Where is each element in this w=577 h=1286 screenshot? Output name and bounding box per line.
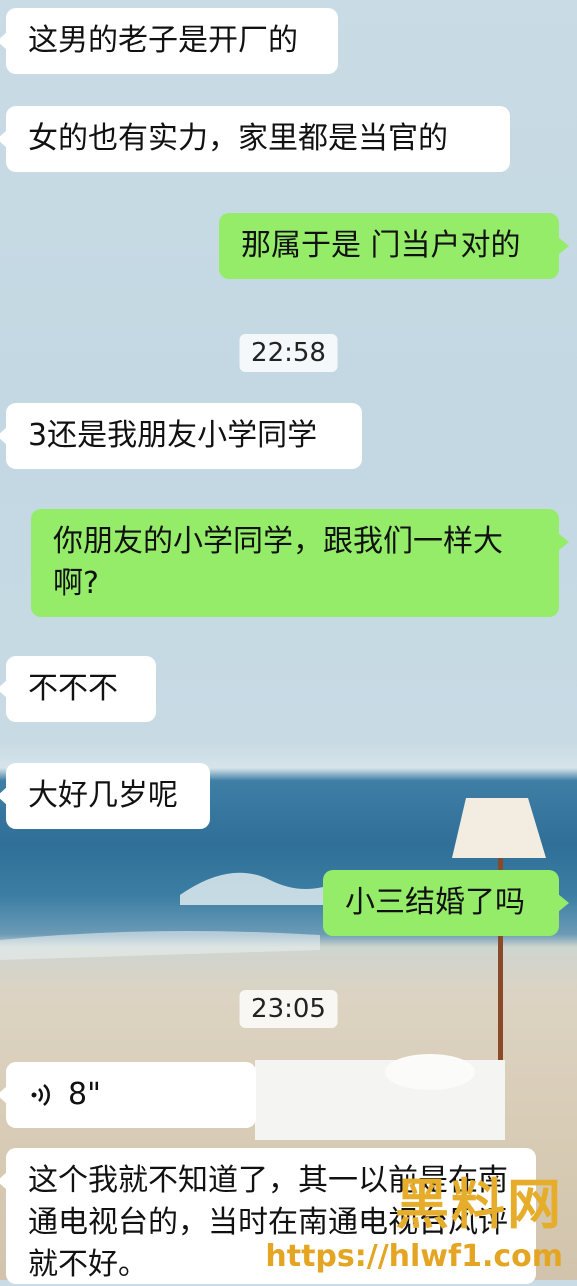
message-bubble-outgoing[interactable]: 那属于是 门当户对的 bbox=[219, 213, 569, 279]
message-text: 小三结婚了吗 bbox=[345, 885, 525, 920]
message-text: 3还是我朋友小学同学 bbox=[28, 418, 318, 453]
message-bubble-outgoing[interactable]: 小三结婚了吗 bbox=[323, 870, 569, 936]
message-text: 你朋友的小学同学，跟我们一样大啊? bbox=[53, 524, 503, 601]
message-text: 不不不 bbox=[28, 671, 118, 706]
message-bubble-incoming[interactable]: 女的也有实力，家里都是当官的 bbox=[0, 106, 510, 172]
message-bubble-incoming[interactable]: 3还是我朋友小学同学 bbox=[0, 403, 362, 469]
watermark-logo: 黑料网 bbox=[395, 1173, 563, 1236]
timestamp: 23:05 bbox=[239, 990, 338, 1028]
watermark-url: https://hlwf1.com bbox=[265, 1239, 563, 1274]
message-text: 大好几岁呢 bbox=[28, 778, 178, 813]
voice-message-bubble[interactable]: 8" bbox=[0, 1062, 256, 1128]
message-text: 这男的老子是开厂的 bbox=[28, 23, 298, 58]
message-text: 那属于是 门当户对的 bbox=[241, 228, 521, 263]
site-watermark: 黑料网 https://hlwf1.com bbox=[265, 1160, 563, 1274]
voice-duration: 8" bbox=[68, 1077, 101, 1112]
voice-wave-icon bbox=[31, 1084, 50, 1106]
timestamp: 22:58 bbox=[239, 334, 338, 372]
message-bubble-incoming[interactable]: 不不不 bbox=[0, 656, 156, 722]
message-text: 女的也有实力，家里都是当官的 bbox=[28, 121, 448, 156]
message-bubble-outgoing[interactable]: 你朋友的小学同学，跟我们一样大啊? bbox=[31, 509, 569, 617]
message-bubble-incoming[interactable]: 这男的老子是开厂的 bbox=[0, 8, 338, 74]
message-bubble-incoming[interactable]: 大好几岁呢 bbox=[0, 763, 210, 829]
